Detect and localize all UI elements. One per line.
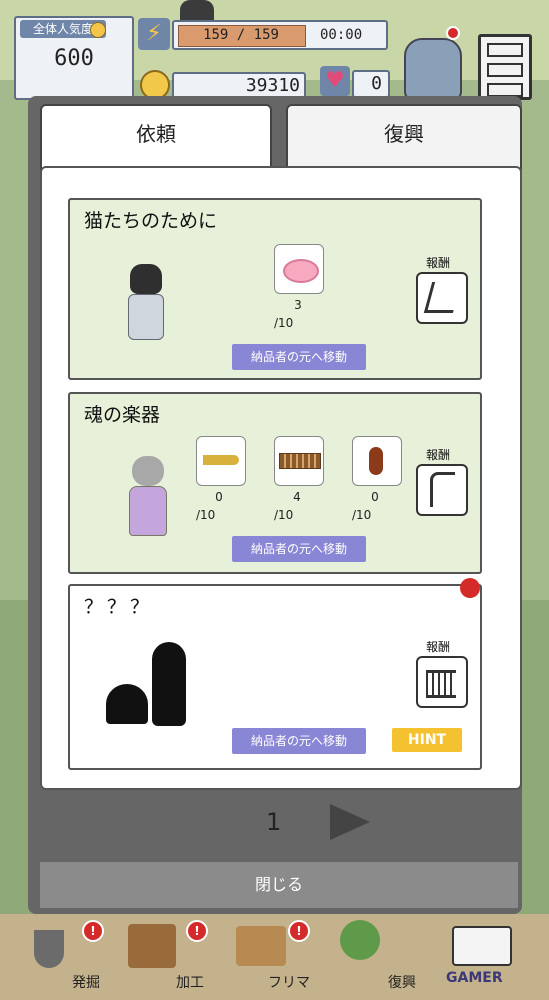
item-total: /10 (274, 508, 294, 522)
cabinet-menu-icon[interactable] (478, 34, 532, 100)
reward-label: 報酬 (426, 256, 451, 270)
book-icon[interactable] (452, 926, 512, 966)
heart-icon: ♥ (320, 66, 350, 96)
reward-label: 報酬 (426, 640, 451, 654)
stamina-timer: 00:00 (320, 27, 363, 43)
item-slot[interactable] (196, 436, 246, 486)
dig-alert-icon: ! (82, 920, 104, 942)
client-boy-avatar (128, 264, 164, 342)
craft-alert-icon: ! (186, 920, 208, 942)
nav-craft[interactable]: 加工 (176, 972, 204, 992)
park-tree-icon[interactable] (340, 920, 380, 960)
cat-scratcher-icon (423, 282, 462, 313)
new-request-dot (460, 578, 480, 598)
request-card: 猫たちのために 3 /10 報酬 納品者の元へ移動 (68, 198, 482, 380)
smile-icon (90, 22, 106, 38)
reward-slot[interactable] (416, 272, 468, 324)
request-title: 猫たちのために (84, 210, 218, 232)
market-alert-icon: ! (288, 920, 310, 942)
popularity-value: 600 (54, 46, 94, 71)
item-slot[interactable] (274, 244, 324, 294)
heart-value: 0 (371, 73, 382, 94)
move-to-client-button[interactable]: 納品者の元へ移動 (232, 344, 366, 370)
stamina-panel: 159 / 159 00:00 (172, 20, 388, 50)
tab-requests[interactable]: 依頼 (40, 104, 272, 170)
violin-icon (369, 447, 383, 475)
lightning-icon: ⚡ (138, 18, 170, 50)
workbench-icon[interactable] (128, 924, 176, 968)
move-to-client-button[interactable]: 納品者の元へ移動 (232, 536, 366, 562)
reward-label: 報酬 (426, 448, 451, 462)
item-total: /10 (196, 508, 216, 522)
trumpet-icon (203, 455, 239, 465)
request-title: ？？？ (84, 596, 154, 618)
coin-value: 39310 (245, 75, 300, 96)
crib-icon (426, 670, 456, 698)
item-slot[interactable] (274, 436, 324, 486)
tab-reconstruction[interactable]: 復興 (286, 104, 522, 170)
item-count: 3 (294, 298, 302, 312)
move-to-client-button[interactable]: 納品者の元へ移動 (232, 728, 366, 754)
backpack-alert-dot (446, 26, 460, 40)
close-button[interactable]: 閉じる (40, 862, 518, 908)
reward-slot[interactable] (416, 656, 468, 708)
nav-flea-market[interactable]: フリマ (268, 972, 310, 992)
next-page-arrow-icon[interactable] (330, 804, 370, 840)
silhouette-woman-icon (152, 642, 186, 726)
stamina-value: 159 / 159 (203, 27, 279, 43)
pink-cat-bed-icon (283, 259, 319, 283)
flea-market-icon[interactable] (236, 926, 286, 966)
item-total: /10 (274, 316, 294, 330)
shovel-icon[interactable] (34, 930, 64, 968)
item-count: 0 (371, 490, 379, 504)
client-grandma-avatar (128, 456, 168, 538)
hint-button[interactable]: HINT (392, 728, 462, 752)
watermark-gamer: GAMER (446, 970, 503, 986)
xylophone-icon (279, 453, 321, 469)
nav-dig[interactable]: 発掘 (72, 972, 100, 992)
item-total: /10 (352, 508, 372, 522)
request-title: 魂の楽器 (84, 404, 161, 426)
backpack-icon[interactable] (404, 38, 462, 100)
item-count: 4 (293, 490, 301, 504)
popularity-panel: 全体人気度 600 (14, 16, 134, 100)
request-card-locked: ？？？ 報酬 納品者の元へ移動 HINT (68, 584, 482, 770)
page-number: 1 (266, 808, 282, 836)
harp-icon (430, 472, 455, 507)
reward-slot[interactable] (416, 464, 468, 516)
request-card: 魂の楽器 0 /10 4 /10 0 /10 報酬 納品者の元へ移動 (68, 392, 482, 574)
heart-panel: 0 (352, 70, 390, 98)
silhouette-stroller-icon (106, 684, 148, 724)
item-count: 0 (215, 490, 223, 504)
item-slot[interactable] (352, 436, 402, 486)
nav-reconstruction[interactable]: 復興 (388, 972, 416, 992)
